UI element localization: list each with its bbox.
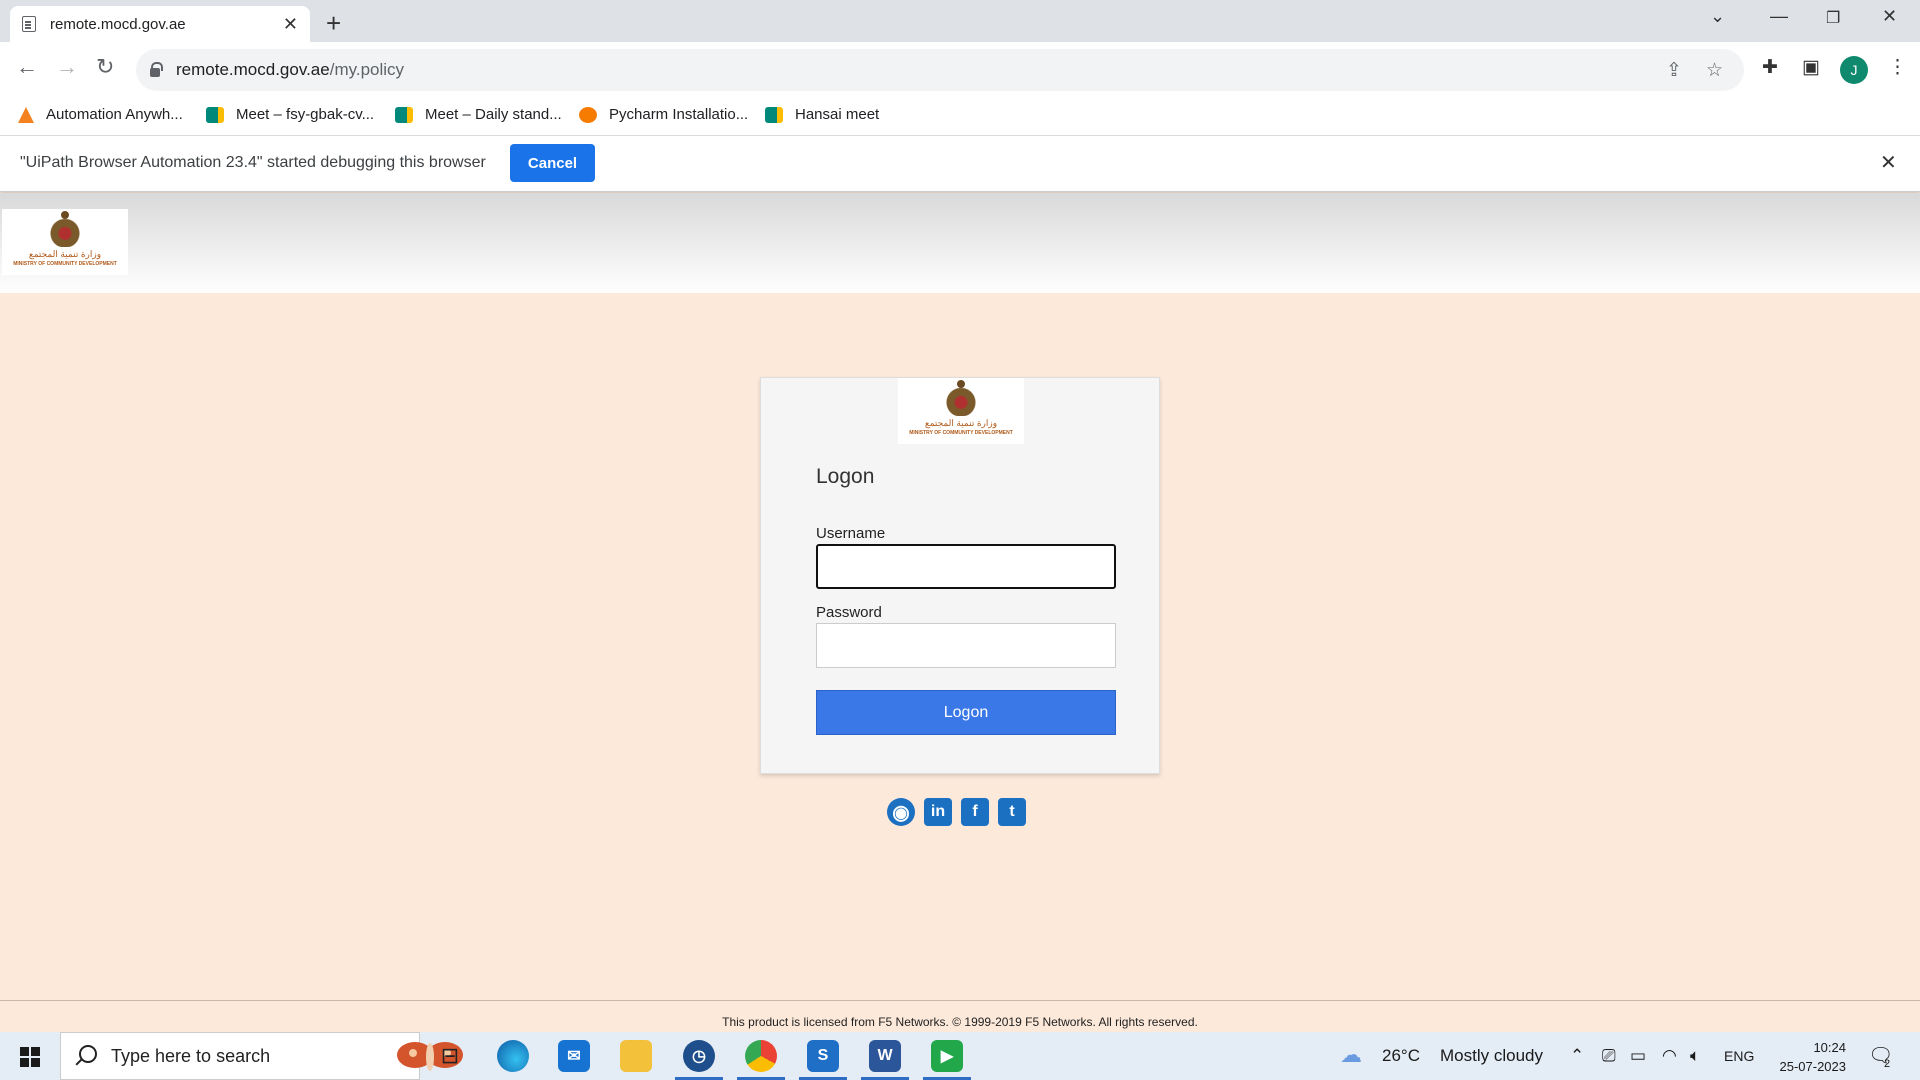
- page-header: وزارة تنمية المجتمع MINISTRY OF COMMUNIT…: [0, 193, 1920, 293]
- logo-english-text: MINISTRY OF COMMUNITY DEVELOPMENT: [13, 261, 117, 267]
- taskbar-search-box[interactable]: Type here to search: [60, 1032, 463, 1080]
- search-icon: [79, 1045, 97, 1063]
- google-meet-icon: [765, 106, 783, 123]
- volume-icon[interactable]: 🔈︎: [1690, 1046, 1700, 1066]
- bookmark-item[interactable]: Meet – Daily stand...: [395, 106, 562, 123]
- footer-divider: [0, 1000, 1920, 1001]
- address-bar[interactable]: remote.mocd.gov.ae/my.policy ⇪ ☆: [136, 49, 1744, 91]
- show-hidden-icons-icon[interactable]: ⌃: [1570, 1046, 1584, 1066]
- weather-cloud-icon[interactable]: ☁: [1340, 1042, 1362, 1068]
- extensions-icon[interactable]: ✚: [1762, 56, 1778, 79]
- bookmark-item[interactable]: Meet – fsy-gbak-cv...: [206, 106, 374, 123]
- media-player-icon[interactable]: ▶: [923, 1040, 971, 1080]
- tab-search-icon[interactable]: ⌄: [1710, 6, 1725, 27]
- page-icon: [22, 16, 36, 32]
- reload-icon[interactable]: ↻: [96, 54, 114, 80]
- logo-arabic-text: وزارة تنمية المجتمع: [924, 418, 998, 428]
- password-label: Password: [816, 604, 882, 621]
- system-clock[interactable]: 10:24 25-07-2023: [1766, 1038, 1847, 1076]
- uae-emblem-icon: [50, 211, 80, 247]
- automation-anywhere-icon: [18, 106, 34, 123]
- username-input[interactable]: [816, 544, 1116, 589]
- profile-avatar[interactable]: J: [1840, 56, 1868, 84]
- uae-emblem-icon: [946, 380, 976, 416]
- side-panel-icon[interactable]: ▣: [1802, 56, 1820, 79]
- weather-temp[interactable]: 26°C: [1382, 1046, 1420, 1066]
- bookmark-label: Pycharm Installatio...: [609, 106, 749, 123]
- clock-date: 25-07-2023: [1779, 1059, 1847, 1074]
- ministry-logo: وزارة تنمية المجتمع MINISTRY OF COMMUNIT…: [898, 378, 1024, 444]
- password-input[interactable]: [816, 623, 1116, 668]
- url-path: /my.policy: [329, 60, 405, 79]
- mail-icon[interactable]: ✉: [558, 1040, 590, 1072]
- browser-tab[interactable]: remote.mocd.gov.ae ✕: [10, 6, 310, 42]
- edge-browser-icon[interactable]: [497, 1040, 529, 1072]
- login-title: Logon: [816, 465, 875, 488]
- infobar-message: "UiPath Browser Automation 23.4" started…: [20, 154, 486, 171]
- license-footer: This product is licensed from F5 Network…: [722, 1015, 1198, 1029]
- bookmark-label: Meet – fsy-gbak-cv...: [236, 106, 375, 123]
- skype-icon[interactable]: S: [799, 1040, 847, 1080]
- minimize-icon[interactable]: —: [1770, 6, 1788, 27]
- bookmark-label: Automation Anywh...: [46, 106, 183, 123]
- language-indicator[interactable]: ENG: [1724, 1048, 1754, 1064]
- bookmark-item[interactable]: Hansai meet: [765, 106, 879, 123]
- username-label: Username: [816, 525, 886, 542]
- wifi-icon[interactable]: ◠: [1662, 1046, 1677, 1066]
- battery-icon[interactable]: ▭: [1630, 1046, 1646, 1066]
- close-window-icon[interactable]: ✕: [1882, 6, 1897, 27]
- restore-icon[interactable]: ❐: [1826, 8, 1840, 28]
- menu-kebab-icon[interactable]: ⋮: [1888, 56, 1907, 79]
- bookmark-star-icon[interactable]: ☆: [1706, 59, 1723, 82]
- pycharm-icon: [579, 106, 597, 123]
- file-explorer-icon[interactable]: [620, 1040, 652, 1072]
- bookmark-label: Hansai meet: [795, 106, 880, 123]
- weather-description[interactable]: Mostly cloudy: [1440, 1046, 1543, 1066]
- bookmark-item[interactable]: Pycharm Installatio...: [579, 106, 748, 123]
- google-meet-icon: [395, 106, 413, 123]
- tab-title: remote.mocd.gov.ae: [50, 15, 186, 33]
- search-placeholder: Type here to search: [111, 1045, 271, 1066]
- logo-english-text: MINISTRY OF COMMUNITY DEVELOPMENT: [909, 430, 1013, 436]
- meet-now-icon[interactable]: ⎚: [1602, 1046, 1616, 1066]
- browser-tab-bar: remote.mocd.gov.ae ✕ + ⌄ — ❐ ✕: [0, 0, 1920, 42]
- task-view-icon[interactable]: ⊟: [434, 1040, 466, 1072]
- windows-start-icon[interactable]: [20, 1047, 40, 1067]
- login-card: وزارة تنمية المجتمع MINISTRY OF COMMUNIT…: [760, 377, 1160, 774]
- url-domain: remote.mocd.gov.ae: [176, 60, 330, 79]
- browser-toolbar: ← → ↻ remote.mocd.gov.ae/my.policy ⇪ ☆: [0, 42, 1920, 98]
- facebook-icon[interactable]: f: [961, 798, 989, 826]
- chrome-icon[interactable]: [737, 1040, 785, 1080]
- forward-icon[interactable]: →: [56, 54, 78, 80]
- bookmarks-bar: Automation Anywh... Meet – fsy-gbak-cv..…: [0, 98, 1920, 136]
- bookmark-label: Meet – Daily stand...: [425, 106, 562, 123]
- cancel-debugging-button[interactable]: Cancel: [510, 144, 595, 182]
- clock-time: 10:24: [1813, 1040, 1846, 1055]
- debugging-infobar: "UiPath Browser Automation 23.4" started…: [0, 136, 1920, 192]
- google-meet-icon: [206, 106, 224, 123]
- windows-taskbar: Type here to search ⊟ ✉ ◷ S W ▶ ☁ 26°C M…: [0, 1032, 1920, 1080]
- back-icon[interactable]: ←: [16, 54, 38, 80]
- twitter-icon[interactable]: t: [998, 798, 1026, 826]
- linkedin-icon[interactable]: in: [924, 798, 952, 826]
- word-icon[interactable]: W: [861, 1040, 909, 1080]
- share-icon[interactable]: ⇪: [1666, 59, 1682, 82]
- notification-count: 2: [1884, 1058, 1891, 1070]
- ministry-logo: وزارة تنمية المجتمع MINISTRY OF COMMUNIT…: [2, 209, 128, 275]
- new-tab-icon[interactable]: +: [326, 8, 341, 39]
- infobar-close-icon[interactable]: ✕: [1880, 150, 1897, 175]
- website-globe-icon[interactable]: ◉: [887, 798, 915, 826]
- uipath-assistant-icon[interactable]: ◷: [675, 1040, 723, 1080]
- lock-icon[interactable]: [150, 61, 163, 77]
- logon-button[interactable]: Logon: [816, 690, 1116, 735]
- logo-arabic-text: وزارة تنمية المجتمع: [28, 249, 102, 259]
- bookmark-item[interactable]: Automation Anywh...: [18, 106, 183, 123]
- tab-close-icon[interactable]: ✕: [283, 14, 298, 35]
